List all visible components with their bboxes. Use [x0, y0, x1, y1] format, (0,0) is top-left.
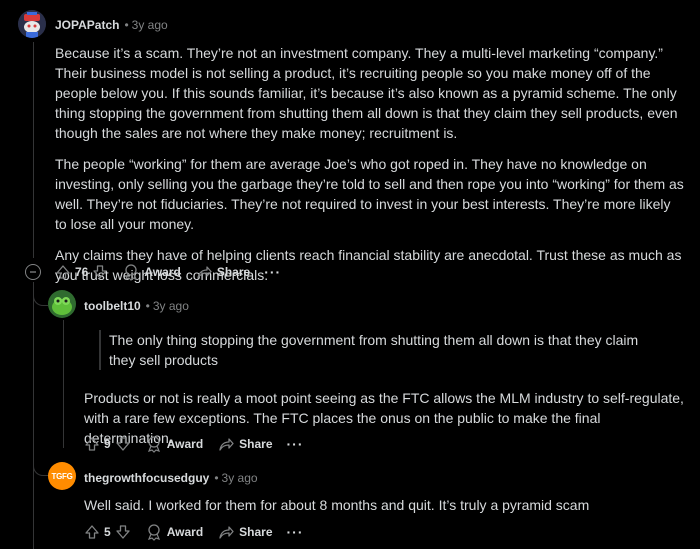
quote-text: The only thing stopping the government f…: [109, 332, 639, 368]
award-button[interactable]: Award: [145, 435, 203, 453]
blockquote: The only thing stopping the government f…: [99, 330, 664, 370]
comment-paragraph: Well said. I worked for them for about 8…: [84, 497, 590, 513]
award-button[interactable]: Award: [122, 263, 181, 281]
award-label: Award: [166, 437, 204, 451]
vote-group: 76: [55, 264, 108, 280]
thread-line[interactable]: [63, 320, 64, 448]
vote-score: 5: [104, 525, 111, 539]
avatar[interactable]: TGFG: [48, 462, 76, 490]
comment-actions: 9 Award Share ···: [84, 434, 304, 454]
share-icon: [197, 266, 212, 279]
vote-group: 9: [84, 436, 131, 452]
award-icon: [125, 264, 138, 281]
upvote-icon[interactable]: [55, 264, 71, 280]
share-button[interactable]: Share: [195, 263, 250, 281]
snoo-avatar-icon: [18, 10, 46, 38]
share-icon: [219, 438, 234, 451]
downvote-icon[interactable]: [115, 524, 131, 540]
thread-branch: [33, 285, 48, 306]
more-options-button[interactable]: ···: [287, 524, 304, 540]
comment-meta: thegrowthfocusedguy • 3y ago: [84, 471, 258, 485]
comment-actions: 5 Award Share ···: [84, 522, 304, 542]
share-label: Share: [239, 525, 273, 539]
avatar[interactable]: [48, 290, 76, 318]
comment-meta: toolbelt10 • 3y ago: [84, 299, 189, 313]
separator-dot: •: [124, 18, 129, 32]
award-icon: [147, 436, 160, 453]
vote-score: 9: [104, 437, 111, 451]
more-options-button[interactable]: ···: [264, 264, 281, 280]
share-button[interactable]: Share: [217, 435, 273, 453]
award-icon: [147, 524, 160, 541]
thread-line[interactable]: [33, 282, 34, 549]
username[interactable]: thegrowthfocusedguy: [84, 471, 209, 485]
award-label: Award: [166, 525, 204, 539]
comment-paragraph: Because it’s a scam. They’re not an inve…: [55, 45, 678, 141]
upvote-icon[interactable]: [84, 436, 100, 452]
collapse-thread-button[interactable]: [25, 264, 41, 280]
separator-dot: •: [145, 299, 150, 313]
downvote-icon[interactable]: [92, 264, 108, 280]
avatar[interactable]: [18, 10, 46, 38]
thread-line[interactable]: [33, 42, 34, 258]
upvote-icon[interactable]: [84, 524, 100, 540]
timestamp[interactable]: 3y ago: [153, 299, 189, 313]
share-label: Share: [216, 265, 251, 279]
snoo-avatar-icon: [48, 290, 76, 318]
comment-meta: JOPAPatch • 3y ago: [55, 18, 168, 32]
downvote-icon[interactable]: [115, 436, 131, 452]
username[interactable]: toolbelt10: [84, 299, 141, 313]
comment-paragraph: The people “working” for them are averag…: [55, 156, 684, 232]
vote-group: 5: [84, 524, 131, 540]
avatar-text: TGFG: [51, 471, 73, 481]
username[interactable]: JOPAPatch: [55, 18, 119, 32]
more-options-button[interactable]: ···: [287, 436, 304, 452]
share-label: Share: [239, 437, 273, 451]
vote-score: 76: [75, 265, 89, 279]
timestamp[interactable]: 3y ago: [222, 471, 258, 485]
share-icon: [219, 526, 234, 539]
timestamp[interactable]: 3y ago: [132, 18, 168, 32]
comment-body: Because it’s a scam. They’re not an inve…: [55, 43, 685, 285]
minus-icon: [30, 271, 36, 273]
comment-body: Well said. I worked for them for about 8…: [84, 495, 689, 515]
award-button[interactable]: Award: [145, 523, 203, 541]
separator-dot: •: [214, 471, 219, 485]
comment-actions: 76 Award Share ···: [55, 262, 281, 282]
award-label: Award: [144, 265, 181, 279]
thread-branch: [33, 455, 48, 476]
share-button[interactable]: Share: [217, 523, 273, 541]
